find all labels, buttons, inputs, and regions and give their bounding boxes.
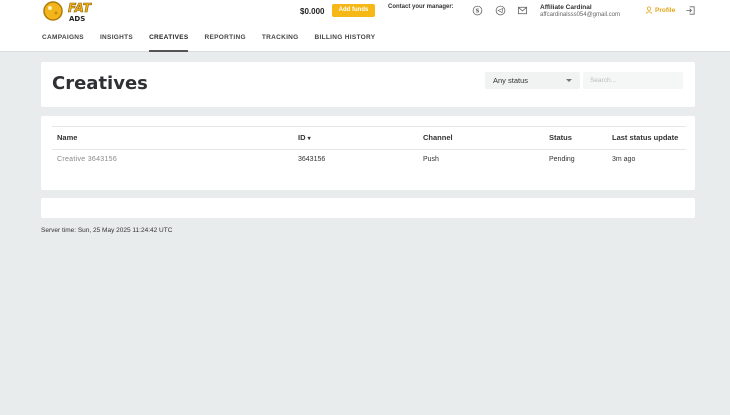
table-top-divider [52, 126, 686, 127]
pagination-card [41, 198, 695, 218]
email-icon[interactable] [517, 5, 528, 16]
fat-ads-logo[interactable]: FAT ADS [42, 0, 112, 22]
page-title: Creatives [52, 73, 148, 94]
column-header-status[interactable]: Status [549, 133, 572, 142]
nav-tracking[interactable]: TRACKING [262, 34, 299, 52]
nav-insights[interactable]: INSIGHTS [100, 34, 133, 52]
column-header-last-update[interactable]: Last status update [612, 133, 678, 142]
status-filter-select[interactable]: Any status [485, 72, 580, 89]
nav-campaigns[interactable]: CAMPAIGNS [42, 34, 84, 52]
server-time: Server time: Sun, 25 May 2025 11:24:42 U… [41, 227, 173, 234]
profile-link[interactable]: Profile [645, 6, 675, 14]
telegram-icon[interactable] [495, 5, 506, 16]
search-input[interactable] [583, 72, 683, 89]
affiliate-email: affcardinalsss054@gmail.com [540, 12, 621, 18]
column-header-id[interactable]: ID ▾ [298, 133, 311, 142]
column-header-channel[interactable]: Channel [423, 133, 453, 142]
skype-icon[interactable]: S [472, 5, 483, 16]
add-funds-button[interactable]: Add funds [332, 4, 375, 17]
contact-manager-label: Contact your manager: [388, 4, 454, 10]
column-header-id-label: ID [298, 133, 306, 142]
creative-id: 3643156 [298, 156, 326, 163]
sort-down-icon: ▾ [307, 136, 311, 142]
svg-text:ADS: ADS [69, 15, 85, 22]
chevron-down-icon [566, 79, 572, 82]
svg-text:S: S [476, 9, 480, 15]
column-header-name[interactable]: Name [57, 133, 77, 142]
nav-creatives[interactable]: CREATIVES [149, 34, 189, 52]
balance-amount: $0.000 [300, 7, 325, 16]
nav-reporting[interactable]: REPORTING [204, 34, 245, 52]
logout-icon[interactable] [685, 5, 696, 16]
creative-status: Pending [549, 156, 575, 163]
creative-name-link[interactable]: Creative 3643156 [57, 156, 117, 163]
main-nav: CAMPAIGNS INSIGHTS CREATIVES REPORTING T… [42, 34, 391, 52]
nav-billing-history[interactable]: BILLING HISTORY [315, 34, 376, 52]
status-filter-value: Any status [493, 76, 529, 85]
top-header: FAT ADS $0.000 Add funds Contact your ma… [0, 0, 730, 52]
profile-label: Profile [655, 6, 676, 14]
creative-channel: Push [423, 156, 439, 163]
creatives-table-card [41, 116, 695, 190]
table-header-divider [52, 149, 686, 150]
affiliate-name: Affiliate Cardinal [540, 4, 592, 11]
user-icon [645, 6, 653, 14]
svg-text:FAT: FAT [68, 1, 92, 15]
creative-last-update: 3m ago [612, 156, 636, 163]
